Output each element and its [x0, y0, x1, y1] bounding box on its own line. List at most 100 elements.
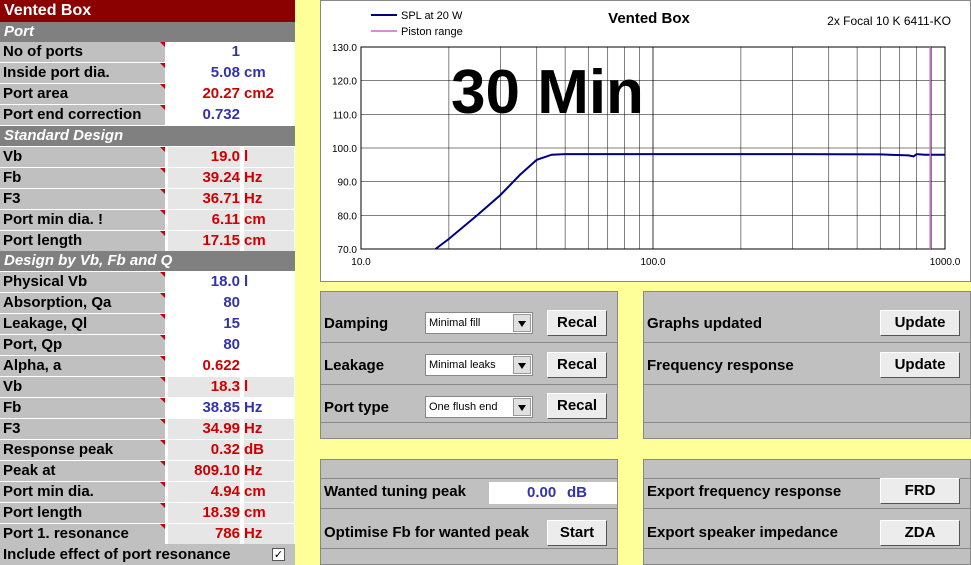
parameter-unit: l [244, 147, 294, 167]
parameter-row: F3 34.99 Hz [0, 419, 295, 439]
parameter-value[interactable]: 786 [168, 524, 240, 544]
parameter-unit: cm [244, 482, 294, 502]
parameter-label: Physical Vb [0, 272, 165, 292]
parameter-row: Peak at 809.10 Hz [0, 461, 295, 481]
update-panel: Graphs updated Update Frequency response… [643, 291, 971, 439]
optimise-start-button[interactable]: Start [547, 520, 607, 546]
parameter-value[interactable]: 17.15 [168, 231, 240, 251]
timer-overlay: 30 Min [451, 58, 644, 127]
parameter-value[interactable]: 39.24 [168, 168, 240, 188]
parameter-value[interactable]: 6.11 [168, 210, 240, 230]
parameter-label: Alpha, a [0, 356, 165, 376]
parameter-value[interactable]: 0.32 [168, 440, 240, 460]
parameter-label: Peak at [0, 461, 165, 481]
chart-area: 130.0 120.0 110.0 100.0 90.0 80.0 70.0 10.0 100.… [320, 0, 971, 282]
damping-recal-button[interactable]: Recal [547, 310, 607, 336]
x-tick-label: 100.0 [640, 257, 665, 268]
parameter-value[interactable]: 34.99 [168, 419, 240, 439]
y-tick-label: 130.0 [332, 43, 357, 54]
wanted-tuning-field[interactable]: 0.00 dB [489, 482, 617, 504]
export-zda-button[interactable]: ZDA [880, 520, 960, 546]
parameter-value[interactable]: 0.732 [168, 105, 240, 125]
parameter-value[interactable]: 80 [168, 293, 240, 313]
legend-spl-label: SPL at 20 W [401, 10, 463, 22]
port-type-recal-button[interactable]: Recal [547, 393, 607, 419]
parameter-value[interactable]: 38.85 [168, 398, 240, 418]
export-frd-button[interactable]: FRD [880, 478, 960, 504]
parameter-label: Vb [0, 147, 165, 167]
section-standard-design: Standard Design [0, 126, 295, 146]
parameter-label: Fb [0, 168, 165, 188]
parameter-row: Fb 39.24 Hz [0, 168, 295, 188]
y-tick-label: 90.0 [338, 178, 358, 189]
parameter-value[interactable]: 4.94 [168, 482, 240, 502]
parameter-row: No of ports 1 [0, 42, 295, 62]
leakage-recal-button[interactable]: Recal [547, 352, 607, 378]
parameter-unit [244, 356, 294, 376]
port-type-label: Port type [324, 399, 390, 416]
parameter-row: Alpha, a 0.622 [0, 356, 295, 376]
parameter-row: Inside port dia. 5.08 cm [0, 63, 295, 83]
graphs-updated-label: Graphs updated [647, 315, 763, 332]
frequency-update-button[interactable]: Update [880, 352, 960, 378]
parameter-label: No of ports [0, 42, 165, 62]
chevron-down-icon[interactable] [513, 314, 531, 332]
parameter-row: Port length 18.39 cm [0, 503, 295, 523]
chevron-down-icon[interactable] [513, 398, 531, 416]
parameter-unit: dB [244, 440, 294, 460]
parameter-row: Port length 17.15 cm [0, 231, 295, 251]
parameter-value[interactable]: 1 [168, 42, 240, 62]
leakage-dropdown[interactable]: Minimal leaks [425, 354, 533, 376]
optimise-panel: Wanted tuning peak 0.00 dB Optimise Fb f… [320, 459, 618, 565]
parameter-value[interactable]: 0.622 [168, 356, 240, 376]
parameter-row: Vb 19.0 l [0, 147, 295, 167]
parameter-unit: Hz [244, 168, 294, 188]
y-tick-label: 80.0 [338, 211, 358, 222]
parameter-label: F3 [0, 189, 165, 209]
parameter-value[interactable]: 36.71 [168, 189, 240, 209]
parameter-unit: cm2 [244, 85, 275, 102]
leakage-value: Minimal leaks [429, 359, 496, 371]
export-impedance-label: Export speaker impedance [647, 524, 838, 541]
parameter-value[interactable]: 809.10 [168, 461, 240, 481]
wanted-tuning-unit: dB [567, 484, 587, 501]
spl-chart: 130.0 120.0 110.0 100.0 90.0 80.0 70.010.0 100.… [332, 10, 961, 268]
parameter-value[interactable]: 18.3 [168, 377, 240, 397]
parameter-unit: Hz [244, 419, 294, 439]
parameter-row: Port, Qp 80 [0, 335, 295, 355]
export-frequency-label: Export frequency response [647, 483, 842, 500]
parameter-value[interactable]: 15 [168, 314, 240, 334]
include-port-resonance-checkbox[interactable]: ✓ [272, 548, 285, 561]
parameter-value[interactable]: 20.27 [168, 84, 240, 104]
section-design-by: Design by Vb, Fb and Q [0, 251, 295, 271]
parameter-value[interactable]: 80 [168, 335, 240, 355]
parameter-label: Port, Qp [0, 335, 165, 355]
parameter-row: Physical Vb 18.0 l [0, 272, 295, 292]
parameter-unit: Hz [244, 189, 294, 209]
export-panel: Export frequency response FRD Export spe… [643, 459, 971, 565]
parameter-label: Leakage, Ql [0, 314, 165, 334]
parameter-unit: cm [244, 231, 294, 251]
chevron-down-icon[interactable] [513, 356, 531, 374]
parameter-value[interactable]: 18.0 [168, 272, 240, 292]
include-port-resonance-label: Include effect of port resonance [3, 546, 231, 563]
parameter-value[interactable]: 18.39 [168, 503, 240, 523]
parameter-label: Port 1. resonance [0, 524, 165, 544]
include-port-resonance-row: Include effect of port resonance ✓ [0, 544, 295, 565]
port-type-dropdown[interactable]: One flush end [425, 396, 533, 418]
parameter-value[interactable]: 19.0 [168, 147, 240, 167]
y-tick-label: 70.0 [338, 245, 358, 256]
graphs-update-button[interactable]: Update [880, 310, 960, 336]
parameter-unit: cm [244, 64, 266, 81]
parameter-row: Vb 18.3 l [0, 377, 295, 397]
parameter-label: Response peak [0, 440, 165, 460]
parameter-value[interactable]: 5.08 [168, 63, 240, 83]
port-type-value: One flush end [429, 401, 498, 413]
damping-dropdown[interactable]: Minimal fill [425, 312, 533, 334]
parameter-unit: l [244, 273, 249, 290]
chart-subtitle: 2x Focal 10 K 6411-KO [827, 14, 951, 28]
parameter-label: Port end correction [0, 105, 165, 125]
frequency-response-label: Frequency response [647, 357, 794, 374]
parameter-row: Absorption, Qa 80 [0, 293, 295, 313]
parameter-label: Fb [0, 398, 165, 418]
